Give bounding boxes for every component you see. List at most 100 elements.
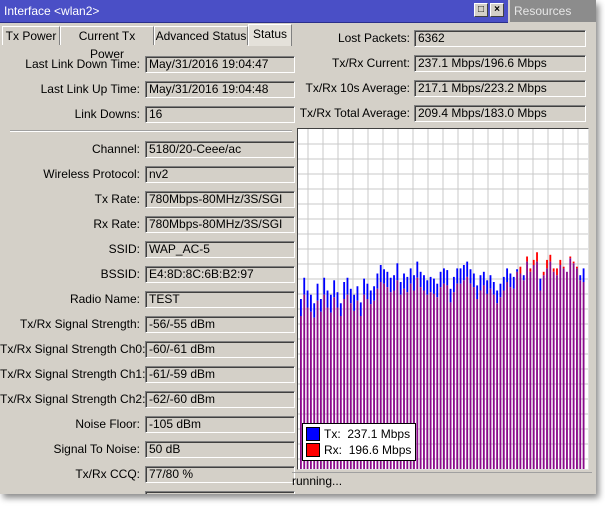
rx-bar	[569, 256, 572, 259]
field-label: Radio Name:	[69, 292, 140, 306]
field-value[interactable]: May/31/2016 19:04:47	[145, 56, 295, 73]
title-bar[interactable]: Interface <wlan2> □ ×	[0, 0, 508, 23]
tx-bar	[462, 265, 465, 281]
overlap-bar	[526, 261, 528, 469]
overlap-bar	[459, 283, 462, 469]
overlap-bar	[486, 293, 489, 469]
field-label: BSSID:	[100, 267, 140, 281]
tx-bar	[429, 276, 432, 293]
tab-label: Tx Power	[5, 29, 57, 43]
field-value[interactable]: WAP_AC-5	[145, 241, 295, 258]
field-value[interactable]: 780Mbps-80MHz/3S/SGI	[145, 216, 295, 233]
resources-window-tab[interactable]: Resources	[510, 0, 596, 22]
tx-bar	[419, 271, 422, 288]
field-label: Rx Rate:	[93, 217, 140, 231]
restore-button[interactable]: □	[474, 3, 488, 17]
field-value[interactable]: -105 dBm	[145, 416, 295, 433]
overlap-bar	[532, 265, 535, 469]
tx-bar	[303, 277, 306, 295]
tx-bar	[316, 283, 319, 301]
overlap-bar	[579, 280, 582, 469]
field-label: Tx Rate:	[94, 192, 140, 206]
rx-bar	[542, 271, 545, 276]
overlap-bar	[552, 271, 555, 469]
field-value[interactable]: 217.1 Mbps/223.2 Mbps	[414, 80, 586, 97]
field-value[interactable]: 6362	[414, 30, 586, 47]
overlap-bar	[469, 283, 472, 469]
tx-bar	[502, 276, 505, 291]
rx-bar	[572, 261, 575, 264]
overlap-bar	[443, 283, 445, 469]
tx-bar	[416, 261, 419, 278]
tx-bar	[300, 299, 302, 316]
tx-bar	[389, 277, 392, 293]
field-value[interactable]: -62/-60 dBm	[145, 391, 295, 408]
tx-bar	[436, 283, 439, 298]
close-button[interactable]: ×	[490, 3, 504, 17]
overlap-bar	[429, 292, 432, 469]
overlap-bar	[536, 261, 538, 469]
tx-bar	[376, 273, 379, 289]
tx-bar	[482, 271, 485, 286]
overlap-bar	[482, 285, 485, 469]
field-value[interactable]: 77/80 %	[145, 466, 295, 483]
overlap-bar	[496, 303, 499, 469]
field-value[interactable]	[145, 491, 295, 494]
field-value[interactable]: 50 dB	[145, 441, 295, 458]
rx-bar	[576, 266, 578, 269]
tx-bar	[492, 282, 495, 295]
tx-bar	[476, 285, 479, 299]
tx-bar	[516, 269, 518, 272]
field-value[interactable]: 16	[145, 106, 295, 123]
field-value[interactable]: TEST	[145, 291, 295, 308]
status-divider	[292, 472, 592, 473]
tx-bar	[446, 270, 449, 286]
tab-advanced-status[interactable]: Advanced Status	[154, 26, 248, 45]
field-value[interactable]: 780Mbps-80MHz/3S/SGI	[145, 191, 295, 208]
tx-bar	[459, 268, 462, 284]
overlap-bar	[509, 287, 512, 469]
tab-tx-power[interactable]: Tx Power	[2, 26, 60, 45]
field-value[interactable]: -60/-61 dBm	[145, 341, 295, 358]
chart-legend: Tx: 237.1 Mbps Rx: 196.6 Mbps	[302, 423, 417, 461]
field-label: Tx/Rx CCQ:	[75, 467, 140, 481]
overlap-bar	[576, 268, 578, 469]
field-label: Noise Floor:	[75, 417, 140, 431]
field-label: Tx/Rx Signal Strength Ch1:	[0, 367, 146, 381]
field-value[interactable]: 209.4 Mbps/183.0 Mbps	[414, 105, 586, 122]
tx-bar	[329, 294, 332, 313]
field-value[interactable]: nv2	[145, 166, 295, 183]
field-value[interactable]: E4:8D:8C:6B:B2:97	[145, 266, 295, 283]
field-value[interactable]: -61/-59 dBm	[145, 366, 295, 383]
field-value[interactable]: 237.1 Mbps/196.6 Mbps	[414, 55, 586, 72]
overlap-bar	[452, 292, 455, 469]
field-label: Tx/Rx Current:	[331, 56, 410, 70]
tab-status[interactable]: Status	[248, 24, 292, 46]
tab-current-tx-power[interactable]: Current Tx Power	[60, 26, 154, 61]
tx-bar	[443, 268, 445, 284]
field-value[interactable]: 5180/20-Ceee/ac	[145, 141, 295, 158]
overlap-bar	[539, 290, 542, 469]
tx-bar	[512, 276, 515, 289]
tx-bar	[343, 282, 346, 299]
tx-bar	[499, 283, 502, 298]
overlap-bar	[449, 302, 452, 469]
separator	[10, 130, 292, 132]
field-label: Channel:	[91, 142, 140, 156]
overlap-bar	[462, 280, 465, 469]
rx-bar	[529, 268, 532, 272]
tx-bar	[373, 286, 375, 301]
traffic-chart: Tx: 237.1 Mbps Rx: 196.6 Mbps	[297, 128, 589, 470]
tx-bar	[356, 286, 359, 301]
tx-bar	[353, 294, 356, 311]
field-value[interactable]: -56/-55 dBm	[145, 316, 295, 333]
overlap-bar	[502, 290, 505, 469]
overlap-bar	[433, 293, 435, 469]
tx-bar	[426, 280, 429, 295]
traffic-chart-svg	[298, 129, 588, 469]
tx-bar	[469, 269, 472, 284]
field-value[interactable]: May/31/2016 19:04:48	[145, 81, 295, 98]
rx-bar	[532, 259, 535, 265]
tx-bar	[319, 299, 322, 312]
overlap-bar	[423, 290, 425, 469]
